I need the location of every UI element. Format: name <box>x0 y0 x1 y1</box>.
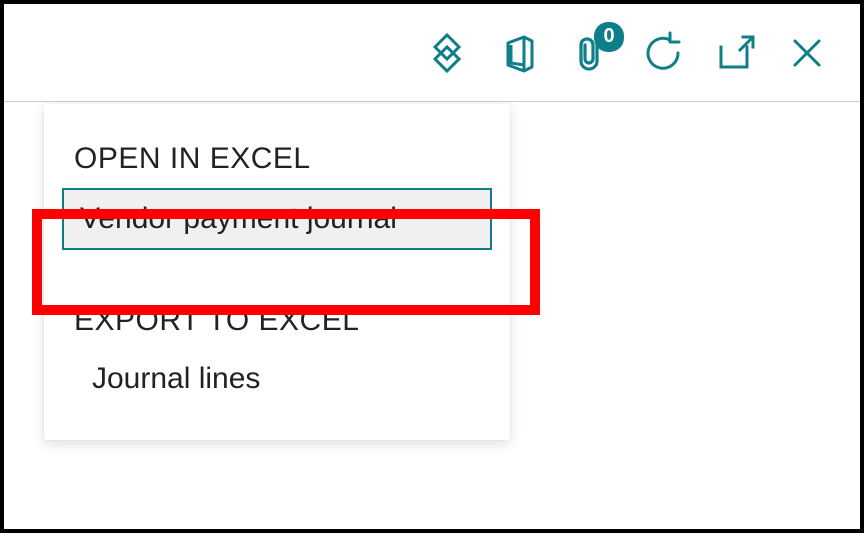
office-icon[interactable] <box>494 28 544 78</box>
popout-icon[interactable] <box>710 28 760 78</box>
export-to-excel-header: EXPORT TO EXCEL <box>44 294 510 348</box>
open-in-excel-item-vendor-payment-journal[interactable]: Vendor payment journal <box>62 188 492 250</box>
refresh-icon[interactable] <box>638 28 688 78</box>
export-to-excel-item-journal-lines[interactable]: Journal lines <box>62 350 492 408</box>
diamond-stack-icon[interactable] <box>422 28 472 78</box>
attachment-icon[interactable]: 0 <box>566 28 616 78</box>
toolbar: 0 <box>4 4 860 102</box>
office-dropdown-panel: OPEN IN EXCEL Vendor payment journal EXP… <box>44 104 510 440</box>
attachment-count-badge: 0 <box>594 22 624 52</box>
section-spacer <box>44 252 510 294</box>
open-in-excel-header: OPEN IN EXCEL <box>44 132 510 186</box>
close-icon[interactable] <box>782 28 832 78</box>
